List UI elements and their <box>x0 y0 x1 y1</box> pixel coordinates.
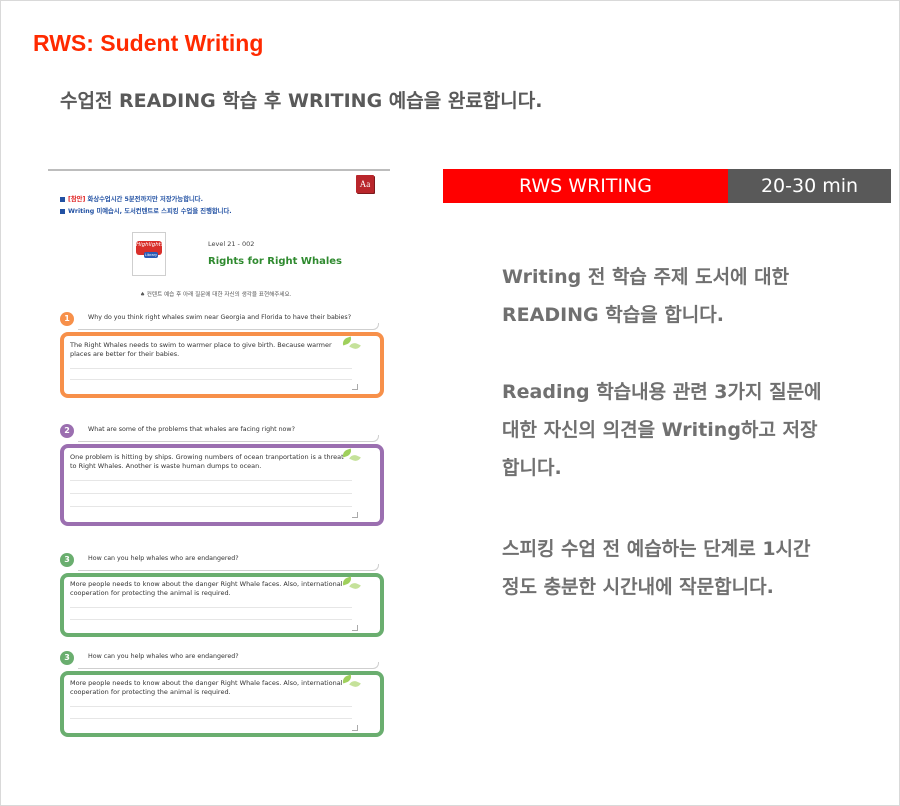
question-number-badge: 2 <box>60 424 74 438</box>
page-subtitle: 수업전 READING 학습 후 WRITING 예습을 완료합니다. <box>60 90 543 112</box>
answer-rule <box>70 379 352 380</box>
resize-handle-icon[interactable] <box>352 384 358 390</box>
worksheet-top-border <box>48 169 390 171</box>
answer-rule <box>70 706 352 707</box>
question-row-2: 2 What are some of the problems that wha… <box>60 423 386 442</box>
question-underline <box>78 662 379 669</box>
question-row-1: 1 Why do you think right whales swim nea… <box>60 311 386 330</box>
answer-rule <box>70 607 352 608</box>
answer-text-4[interactable]: More people needs to know about the dang… <box>70 679 352 697</box>
logo-badge: Highlights Library <box>136 241 164 258</box>
writing-worksheet: Aa [참안] 화상수업시간 5분전까지만 저장가능합니다. Writing 미… <box>48 169 390 749</box>
notice-save-deadline: [참안] 화상수업시간 5분전까지만 저장가능합니다. <box>60 194 203 203</box>
question-row-4: 3 How can you help whales who are endang… <box>60 650 386 669</box>
answer-rule <box>70 718 352 719</box>
question-number-badge: 3 <box>60 553 74 567</box>
bullet-square-icon <box>60 196 65 202</box>
question-underline <box>78 323 379 330</box>
resize-handle-icon[interactable] <box>352 512 358 518</box>
description-writing: Reading 학습내용 관련 3가지 질문에 대한 자신의 의견을 Writi… <box>502 381 822 479</box>
question-underline <box>78 435 379 442</box>
answer-rule <box>70 480 352 481</box>
description-speaking-prep: 스피킹 수업 전 예습하는 단계로 1시간 정도 충분한 시간내에 작문합니다. <box>502 538 811 598</box>
answer-text-2[interactable]: One problem is hitting by ships. Growing… <box>70 453 352 471</box>
question-number-badge: 3 <box>60 651 74 665</box>
question-text: How can you help whales who are endanger… <box>88 653 239 660</box>
answer-rule <box>70 619 352 620</box>
notice-speaking-class: Writing 미예습시, 도서컨텐트로 스피킹 수업을 진행합니다. <box>60 206 232 215</box>
highlights-logo: Highlights Library <box>132 232 166 276</box>
bullet-square-icon <box>60 208 65 214</box>
question-row-3: 3 How can you help whales who are endang… <box>60 552 386 571</box>
duration-bar: 20-30 min <box>728 169 891 203</box>
answer-rule <box>70 368 352 369</box>
font-size-icon[interactable]: Aa <box>356 175 374 193</box>
question-text: How can you help whales who are endanger… <box>88 555 239 562</box>
answer-rule <box>70 493 352 494</box>
worksheet-instruction: ♠ 컨텐트 예습 후 아래 질문에 대한 자신의 생각을 표현해주세요. <box>140 292 292 298</box>
resize-handle-icon[interactable] <box>352 725 358 731</box>
question-text: What are some of the problems that whale… <box>88 426 295 433</box>
answer-rule <box>70 506 352 507</box>
book-level: Level 21 - 002 <box>208 240 255 248</box>
answer-text-3[interactable]: More people needs to know about the dang… <box>70 580 352 598</box>
description-reading: Writing 전 학습 주제 도서에 대한 READING 학습을 합니다. <box>502 266 790 326</box>
question-underline <box>78 564 379 571</box>
resize-handle-icon[interactable] <box>352 625 358 631</box>
page-title: RWS: Sudent Writing <box>33 30 264 56</box>
question-number-badge: 1 <box>60 312 74 326</box>
rws-writing-bar: RWS WRITING <box>443 169 728 203</box>
answer-text-1[interactable]: The Right Whales needs to swim to warmer… <box>70 341 352 359</box>
book-title: Rights for Right Whales <box>208 256 342 267</box>
question-text: Why do you think right whales swim near … <box>88 314 352 321</box>
